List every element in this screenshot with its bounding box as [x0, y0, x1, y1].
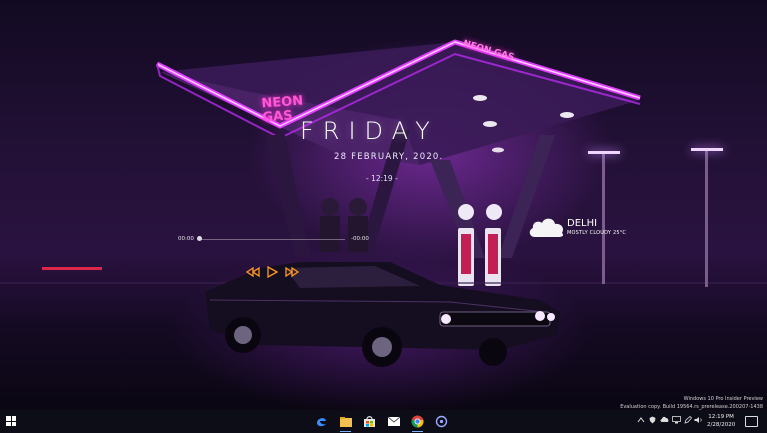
clock-day: FRIDAY	[300, 117, 439, 145]
cloud-icon	[529, 218, 564, 237]
network-icon	[672, 416, 681, 424]
play-icon	[267, 265, 279, 279]
action-center-button[interactable]	[745, 416, 758, 427]
taskbar: 12:19 PM 2/28/2020	[0, 410, 767, 433]
start-button[interactable]	[6, 416, 16, 426]
tray-overflow-chevron[interactable]	[637, 416, 645, 426]
mail-icon	[387, 416, 400, 426]
tray-time: 12:19 PM	[708, 414, 734, 420]
street-lamp-light	[691, 148, 723, 151]
photos-icon	[435, 415, 448, 428]
tray-onedrive[interactable]	[660, 416, 669, 425]
taskbar-file-explorer[interactable]	[338, 414, 353, 432]
volume-icon	[694, 417, 702, 423]
tray-clock[interactable]: 12:19 PM 2/28/2020	[707, 413, 735, 429]
rewind-icon	[245, 266, 260, 278]
weather-condition: MOSTLY CLOUDY 25°C	[567, 230, 627, 236]
next-track-button[interactable]	[285, 266, 300, 281]
tray-network[interactable]	[672, 416, 681, 426]
taskbar-photos[interactable]	[434, 414, 449, 429]
chevron-up-icon	[637, 417, 645, 423]
street-lamp	[705, 149, 708, 287]
desktop-wallpaper: NEON GAS NEON GAS FRIDAY 28 FEBRUARY, 20…	[0, 0, 767, 410]
fast-forward-icon	[285, 266, 300, 278]
media-progress-handle[interactable]	[197, 236, 202, 241]
taskbar-edge[interactable]	[314, 414, 329, 429]
tray-input[interactable]	[684, 415, 693, 426]
street-lamp-light	[588, 151, 620, 154]
taskbar-chrome[interactable]	[410, 414, 425, 432]
windows-logo-icon	[6, 416, 11, 421]
cloud-tray-icon	[660, 416, 669, 422]
watermark-edition: Windows 10 Pro Insider Preview	[683, 396, 763, 402]
weather-city: DELHI	[567, 218, 598, 229]
taskbar-mail[interactable]	[386, 414, 401, 429]
media-progress-track[interactable]	[200, 239, 345, 240]
previous-track-button[interactable]	[245, 266, 260, 281]
shield-icon	[649, 416, 656, 424]
play-button[interactable]	[266, 265, 279, 281]
edge-icon	[317, 418, 326, 427]
street-lamp	[602, 152, 605, 284]
media-elapsed: 00:00	[178, 236, 194, 242]
tray-volume[interactable]	[694, 416, 703, 426]
media-remaining: -00:00	[351, 236, 369, 242]
wallpaper-scene	[0, 39, 767, 367]
pen-icon	[684, 415, 693, 424]
chrome-icon	[411, 415, 424, 428]
clock-time: - 12:19 -	[366, 174, 398, 183]
taskbar-store[interactable]	[362, 414, 377, 429]
store-icon	[364, 416, 375, 427]
tray-defender[interactable]	[649, 416, 656, 426]
file-explorer-icon	[339, 416, 352, 427]
tray-date: 2/28/2020	[707, 422, 736, 428]
clock-date: 28 FEBRUARY, 2020.	[334, 152, 444, 162]
